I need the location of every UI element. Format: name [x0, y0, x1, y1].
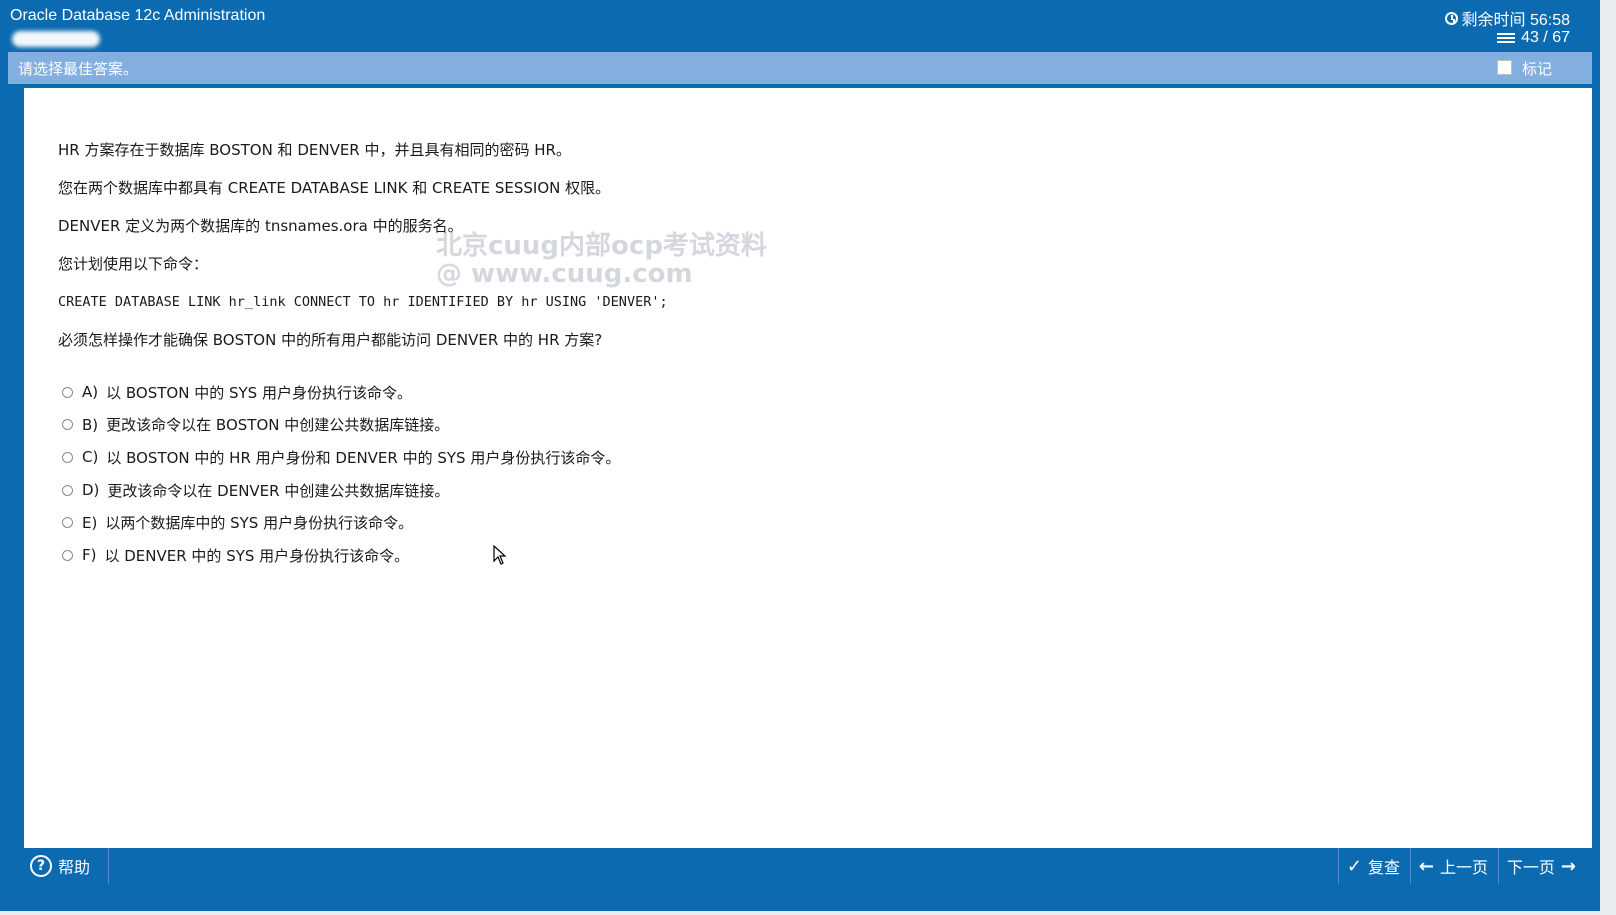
- question-line: 您计划使用以下命令：: [58, 255, 209, 273]
- instruction-text: 请选择最佳答案。: [18, 60, 139, 78]
- mark-checkbox[interactable]: [1497, 60, 1512, 75]
- option-letter: B): [82, 415, 99, 434]
- answer-options: A) 以 BOSTON 中的 SYS 用户身份执行该命令。 B) 更改该命令以在…: [62, 376, 620, 572]
- clock-icon: [1444, 11, 1458, 25]
- question-progress: 43 / 67: [1497, 29, 1570, 47]
- remaining-time-label: 剩余时间 56:58: [1461, 12, 1571, 29]
- radio-button[interactable]: [62, 484, 73, 496]
- option-letter: C): [82, 448, 99, 467]
- review-button[interactable]: ✓ 复查: [1337, 848, 1408, 884]
- instruction-bar: 请选择最佳答案。 标记: [8, 52, 1592, 84]
- option-text: 以两个数据库中的 SYS 用户身份执行该命令。: [105, 514, 414, 533]
- question-panel: HR 方案存在于数据库 BOSTON 和 DENVER 中，并且具有相同的密码 …: [24, 88, 1592, 848]
- option-letter: E): [82, 513, 98, 532]
- arrow-left-icon: ←: [1418, 855, 1434, 877]
- option-letter: F): [82, 546, 97, 565]
- footer-bar: ? 帮助 ✓ 复查 ← 上一页 下一页 →: [24, 848, 1592, 884]
- option-text: 以 BOSTON 中的 SYS 用户身份执行该命令。: [106, 383, 412, 402]
- review-label: 复查: [1367, 858, 1400, 877]
- option-text: 以 BOSTON 中的 HR 用户身份和 DENVER 中的 SYS 用户身份执…: [106, 448, 621, 467]
- question-line: 您在两个数据库中都具有 CREATE DATABASE LINK 和 CREAT…: [58, 179, 611, 197]
- redacted-username: [12, 31, 100, 47]
- help-label: 帮助: [58, 858, 91, 877]
- exam-window: Oracle Database 12c Administration 剩余时间 …: [0, 0, 1600, 911]
- arrow-right-icon: →: [1560, 855, 1576, 877]
- sql-command: CREATE DATABASE LINK hr_link CONNECT TO …: [58, 294, 668, 310]
- question-line: DENVER 定义为两个数据库的 tnsnames.ora 中的服务名。: [58, 217, 463, 235]
- mouse-cursor-icon: [493, 545, 507, 565]
- question-line: HR 方案存在于数据库 BOSTON 和 DENVER 中，并且具有相同的密码 …: [58, 141, 571, 159]
- radio-button[interactable]: [62, 451, 73, 463]
- option-text: 更改该命令以在 BOSTON 中创建公共数据库链接。: [106, 416, 450, 435]
- option-c[interactable]: C) 以 BOSTON 中的 HR 用户身份和 DENVER 中的 SYS 用户…: [62, 441, 620, 474]
- previous-button[interactable]: ← 上一页: [1409, 848, 1496, 884]
- option-f[interactable]: F) 以 DENVER 中的 SYS 用户身份执行该命令。: [62, 539, 620, 572]
- radio-button[interactable]: [62, 517, 73, 529]
- option-letter: D): [82, 481, 100, 500]
- option-e[interactable]: E) 以两个数据库中的 SYS 用户身份执行该命令。: [62, 506, 620, 539]
- checkmark-icon: ✓: [1346, 855, 1362, 877]
- app-title: Oracle Database 12c Administration: [10, 7, 266, 24]
- option-text: 更改该命令以在 DENVER 中创建公共数据库链接。: [107, 481, 450, 500]
- mark-label[interactable]: 标记: [1522, 58, 1552, 79]
- radio-button[interactable]: [62, 386, 73, 398]
- help-icon: ?: [30, 855, 52, 877]
- option-text: 以 DENVER 中的 SYS 用户身份执行该命令。: [104, 546, 410, 565]
- question-prompt: 必须怎样操作才能确保 BOSTON 中的所有用户都能访问 DENVER 中的 H…: [58, 331, 603, 349]
- question-progress-label: 43 / 67: [1521, 29, 1570, 46]
- option-letter: A): [82, 383, 99, 402]
- question-stem: HR 方案存在于数据库 BOSTON 和 DENVER 中，并且具有相同的密码 …: [58, 140, 668, 368]
- title-bar: Oracle Database 12c Administration 剩余时间 …: [0, 0, 1600, 52]
- list-icon: [1497, 32, 1516, 44]
- option-b[interactable]: B) 更改该命令以在 BOSTON 中创建公共数据库链接。: [62, 409, 620, 442]
- option-d[interactable]: D) 更改该命令以在 DENVER 中创建公共数据库链接。: [62, 474, 620, 507]
- remaining-time: 剩余时间 56:58: [1444, 6, 1571, 30]
- radio-button[interactable]: [62, 419, 73, 431]
- option-a[interactable]: A) 以 BOSTON 中的 SYS 用户身份执行该命令。: [62, 376, 620, 409]
- next-button[interactable]: 下一页 →: [1497, 848, 1584, 884]
- help-button[interactable]: ? 帮助: [24, 848, 109, 884]
- radio-button[interactable]: [62, 549, 73, 561]
- left-border: [8, 84, 24, 884]
- previous-label: 上一页: [1439, 858, 1488, 877]
- next-label: 下一页: [1506, 858, 1555, 877]
